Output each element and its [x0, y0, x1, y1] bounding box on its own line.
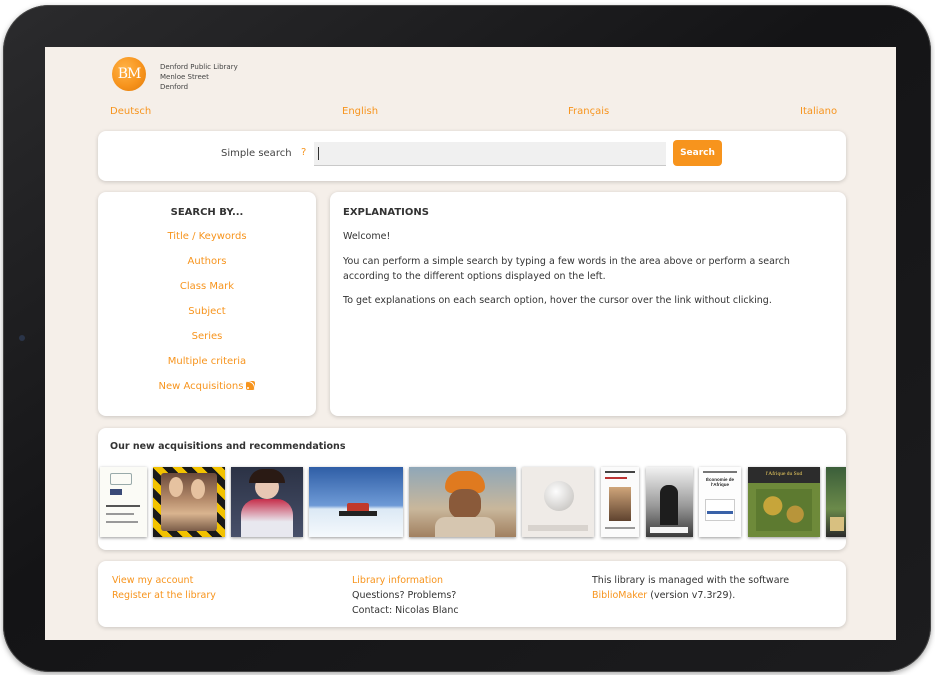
- search-help-icon[interactable]: ?: [301, 147, 306, 158]
- explanations-title: EXPLANATIONS: [343, 207, 429, 218]
- search-card: Simple search ? Search: [98, 131, 846, 181]
- search-by-authors[interactable]: Authors: [98, 256, 316, 267]
- library-logo-icon[interactable]: BM: [112, 57, 146, 91]
- explanation-paragraph-2: To get explanations on each search optio…: [343, 295, 772, 306]
- book-cover-9[interactable]: Économie de l'Afrique: [699, 467, 741, 537]
- book-cover-7[interactable]: [601, 467, 639, 537]
- library-name: Denford Public Library: [160, 63, 238, 71]
- book-cover-2[interactable]: [153, 467, 225, 537]
- camera-icon: [19, 335, 25, 341]
- view-account-link[interactable]: View my account: [112, 573, 216, 588]
- cover-10-title: l'Afrique du Sud: [765, 471, 803, 477]
- book-cover-6[interactable]: [522, 467, 594, 537]
- book-cover-4[interactable]: [309, 467, 403, 537]
- search-by-series[interactable]: Series: [98, 331, 316, 342]
- managed-text: This library is managed with the softwar…: [592, 575, 790, 586]
- library-street: Menloe Street: [160, 73, 209, 81]
- search-by-new-acquisitions[interactable]: New Acquisitions: [98, 381, 316, 392]
- footer: View my account Register at the library …: [98, 561, 846, 627]
- contact-text: Contact: Nicolas Blanc: [352, 605, 459, 616]
- text-caret: [318, 147, 319, 160]
- book-cover-3[interactable]: [231, 467, 303, 537]
- register-link[interactable]: Register at the library: [112, 588, 216, 603]
- lang-francais[interactable]: Français: [568, 106, 609, 117]
- search-by-title-keywords[interactable]: Title / Keywords: [98, 231, 316, 242]
- book-cover-1[interactable]: [100, 467, 147, 537]
- lang-italiano[interactable]: Italiano: [800, 106, 837, 117]
- version-text: (version v7.3r29).: [650, 590, 736, 601]
- new-acquisitions-label: New Acquisitions: [158, 381, 244, 392]
- acquisitions-panel: Our new acquisitions and recommendations: [98, 428, 846, 550]
- book-cover-8[interactable]: [646, 467, 693, 537]
- search-by-panel: SEARCH BY... Title / Keywords Authors Cl…: [98, 192, 316, 416]
- search-by-multiple-criteria[interactable]: Multiple criteria: [98, 356, 316, 367]
- book-cover-11[interactable]: [826, 467, 846, 537]
- library-address: Denford Public Library Menloe Street Den…: [160, 62, 238, 92]
- search-button[interactable]: Search: [673, 140, 722, 166]
- search-by-subject[interactable]: Subject: [98, 306, 316, 317]
- welcome-text: Welcome!: [343, 231, 391, 242]
- cover-9-title: Économie de l'Afrique: [705, 477, 734, 487]
- book-cover-5[interactable]: [409, 467, 516, 537]
- explanations-panel: EXPLANATIONS Welcome! You can perform a …: [330, 192, 846, 416]
- simple-search-label: Simple search: [221, 148, 292, 159]
- lang-english[interactable]: English: [342, 106, 378, 117]
- tablet-frame: BM Denford Public Library Menloe Street …: [3, 5, 931, 672]
- footer-software-column: This library is managed with the softwar…: [592, 573, 789, 603]
- language-bar: Deutsch English Français Italiano: [110, 106, 837, 120]
- library-city: Denford: [160, 83, 189, 91]
- library-info-link[interactable]: Library information: [352, 573, 459, 588]
- screen: BM Denford Public Library Menloe Street …: [45, 47, 896, 640]
- search-by-class-mark[interactable]: Class Mark: [98, 281, 316, 292]
- search-by-title: SEARCH BY...: [170, 207, 244, 218]
- footer-info-column: Library information Questions? Problems?…: [352, 573, 459, 618]
- acquisitions-title: Our new acquisitions and recommendations: [110, 441, 346, 452]
- questions-text: Questions? Problems?: [352, 590, 457, 601]
- software-line: BiblioMaker (version v7.3r29).: [592, 588, 789, 603]
- footer-account-column: View my account Register at the library: [112, 573, 216, 603]
- rss-icon[interactable]: [246, 381, 256, 390]
- bibliomaker-link[interactable]: BiblioMaker: [592, 590, 647, 601]
- explanation-paragraph-1: You can perform a simple search by typin…: [343, 256, 790, 282]
- book-cover-10[interactable]: l'Afrique du Sud: [748, 467, 820, 537]
- lang-deutsch[interactable]: Deutsch: [110, 106, 151, 117]
- search-input[interactable]: [314, 142, 666, 166]
